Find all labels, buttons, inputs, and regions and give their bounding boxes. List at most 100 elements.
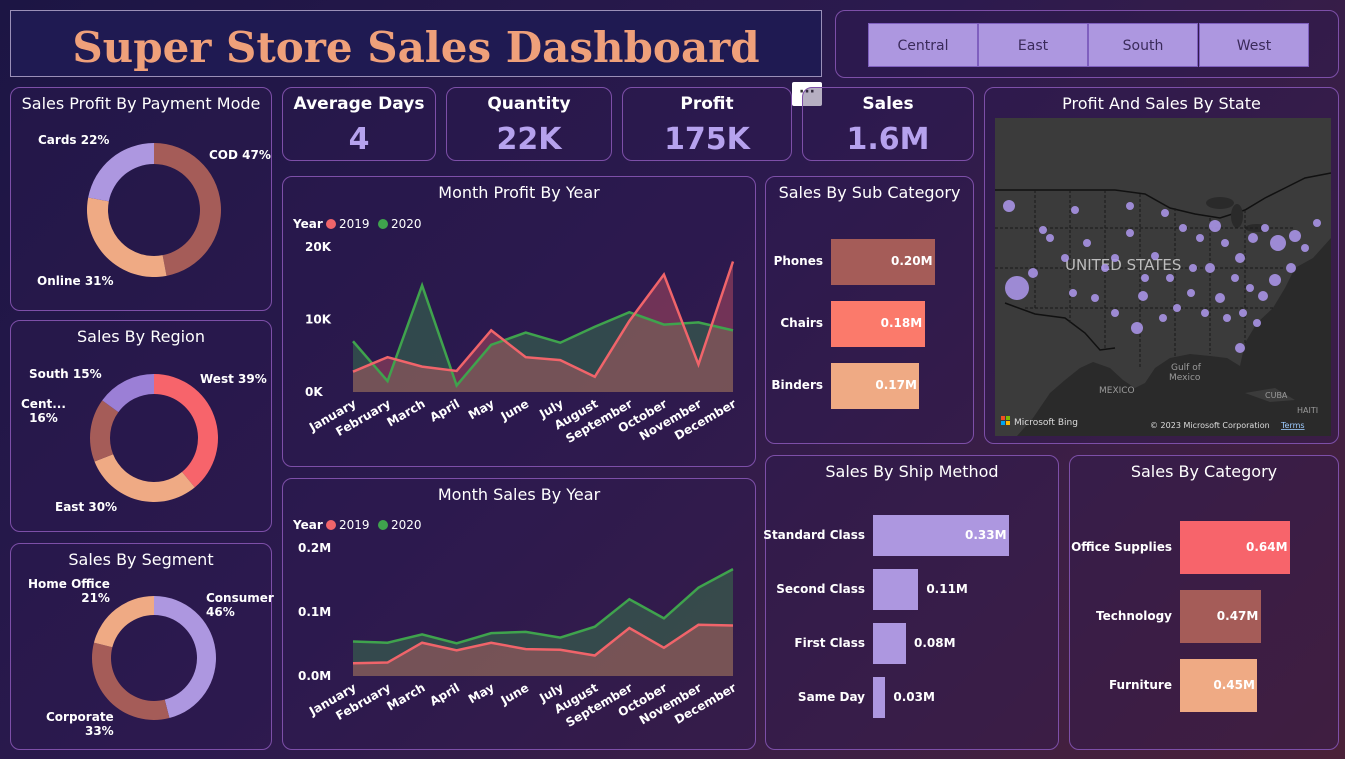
state-bubble[interactable]	[1223, 314, 1231, 322]
kpi-label: Sales	[862, 94, 914, 114]
state-bubble[interactable]	[1231, 274, 1239, 282]
dashboard-title-box: Super Store Sales Dashboard	[10, 10, 822, 77]
state-bubble[interactable]	[1313, 219, 1321, 227]
state-bubble[interactable]	[1111, 254, 1119, 262]
state-bubble[interactable]	[1301, 244, 1309, 252]
state-bubble[interactable]	[1003, 200, 1015, 212]
region-button-west[interactable]: West	[1199, 23, 1309, 67]
state-bubble[interactable]	[1286, 263, 1296, 273]
kpi-value: 175K	[664, 122, 750, 157]
state-bubble[interactable]	[1289, 230, 1301, 242]
bar-same-day[interactable]	[873, 677, 886, 718]
x-tick-label: April	[427, 680, 462, 708]
state-bubble[interactable]	[1161, 209, 1169, 217]
legend-label-2019: 2019	[339, 217, 370, 231]
state-bubble[interactable]	[1005, 276, 1029, 300]
donut-slice-online[interactable]	[87, 197, 167, 277]
state-bubble[interactable]	[1069, 289, 1077, 297]
state-bubble[interactable]	[1091, 294, 1099, 302]
map-terms-link[interactable]: Terms	[1280, 421, 1305, 430]
y-tick-label: 0.1M	[298, 605, 331, 619]
map-canvas[interactable]: UNITED STATES Gulf of Mexico MEXICO CUBA…	[995, 118, 1331, 436]
bar-value-label: 0.18M	[880, 316, 923, 330]
bar-value-label: 0.17M	[875, 378, 917, 392]
state-bubble[interactable]	[1253, 319, 1261, 327]
state-bubble[interactable]	[1126, 229, 1134, 237]
legend-marker-2020	[378, 520, 388, 530]
bar-first-class[interactable]	[873, 623, 906, 664]
chart-month-sales-by-year: Month Sales By Year Year 2019 2020 0.0M 0.1M…	[282, 478, 756, 750]
state-bubble[interactable]	[1141, 274, 1149, 282]
state-bubble[interactable]	[1235, 253, 1245, 263]
bar-second-class[interactable]	[873, 569, 919, 610]
bar-value-label: 0.03M	[893, 689, 935, 704]
chart-sales-by-region: Sales By Region West 39% East 30% Cent..…	[10, 320, 272, 532]
y-tick-label: 0K	[305, 385, 323, 399]
state-bubble[interactable]	[1187, 289, 1195, 297]
region-button-south[interactable]: South	[1088, 23, 1198, 67]
state-bubble[interactable]	[1061, 254, 1069, 262]
state-bubble[interactable]	[1166, 274, 1174, 282]
bar-category-label: Technology	[1096, 608, 1172, 623]
state-bubble[interactable]	[1028, 268, 1038, 278]
slice-label-home-office: Home Office 21%	[28, 577, 110, 605]
legend-marker-2019	[326, 219, 336, 229]
state-bubble[interactable]	[1246, 284, 1254, 292]
state-bubble[interactable]	[1261, 224, 1269, 232]
state-bubble[interactable]	[1159, 314, 1167, 322]
slice-label-online: Online 31%	[37, 274, 114, 288]
state-bubble[interactable]	[1239, 309, 1247, 317]
slice-label-cards: Cards 22%	[38, 133, 110, 147]
map-copyright: © 2023 Microsoft Corporation	[1150, 421, 1270, 430]
state-bubble[interactable]	[1235, 343, 1245, 353]
state-bubble[interactable]	[1189, 264, 1197, 272]
state-bubble[interactable]	[1173, 304, 1181, 312]
x-tick-label: April	[427, 396, 462, 424]
region-button-central[interactable]: Central	[868, 23, 978, 67]
region-button-east[interactable]: East	[978, 23, 1088, 67]
legend-label-2020: 2020	[391, 217, 422, 231]
dashboard-title: Super Store Sales Dashboard	[72, 23, 760, 72]
state-bubble[interactable]	[1258, 291, 1268, 301]
state-bubble[interactable]	[1138, 291, 1148, 301]
state-bubble[interactable]	[1046, 234, 1054, 242]
state-bubble[interactable]	[1151, 252, 1159, 260]
donut-slice-east[interactable]	[94, 454, 195, 502]
kpi-card-quantity: Quantity 22K	[446, 87, 612, 161]
state-bubble[interactable]	[1131, 322, 1143, 334]
state-bubble[interactable]	[1083, 239, 1091, 247]
state-bubble[interactable]	[1111, 309, 1119, 317]
map-gulf-label-2: Mexico	[1169, 373, 1201, 383]
state-bubble[interactable]	[1269, 274, 1281, 286]
state-bubble[interactable]	[1071, 206, 1079, 214]
slice-label-cod: COD 47%	[209, 148, 271, 162]
donut-slice-central[interactable]	[90, 400, 119, 462]
state-bubble[interactable]	[1209, 220, 1221, 232]
state-bubble[interactable]	[1270, 235, 1286, 251]
bar-value-label: 0.11M	[926, 581, 968, 596]
state-bubble[interactable]	[1101, 264, 1109, 272]
state-bubble[interactable]	[1221, 239, 1229, 247]
donut-slice-west[interactable]	[154, 374, 218, 488]
donut-slice-cod[interactable]	[154, 143, 222, 276]
x-tick-label: May	[466, 680, 497, 706]
donut-slice-corporate[interactable]	[92, 642, 170, 720]
state-bubble[interactable]	[1196, 234, 1204, 242]
state-bubble[interactable]	[1126, 202, 1134, 210]
map-mexico-label: MEXICO	[1099, 386, 1135, 396]
state-bubble[interactable]	[1205, 263, 1215, 273]
state-bubble[interactable]	[1248, 233, 1258, 243]
bar-category-label: First Class	[794, 635, 865, 650]
x-tick-label: June	[498, 680, 532, 707]
state-bubble[interactable]	[1201, 309, 1209, 317]
legend-label-2019: 2019	[339, 518, 370, 532]
state-bubble[interactable]	[1179, 224, 1187, 232]
bar-value-label: 0.08M	[913, 635, 956, 650]
state-bubble[interactable]	[1215, 293, 1225, 303]
donut-slice-cards[interactable]	[88, 143, 154, 202]
map-country-label: UNITED STATES	[1065, 256, 1181, 274]
state-bubble[interactable]	[1039, 226, 1047, 234]
chart-sales-by-segment: Sales By Segment Consumer 46% Corporate …	[10, 543, 274, 750]
map-haiti-label: HAITI	[1297, 406, 1318, 415]
legend-label-2020: 2020	[391, 518, 422, 532]
